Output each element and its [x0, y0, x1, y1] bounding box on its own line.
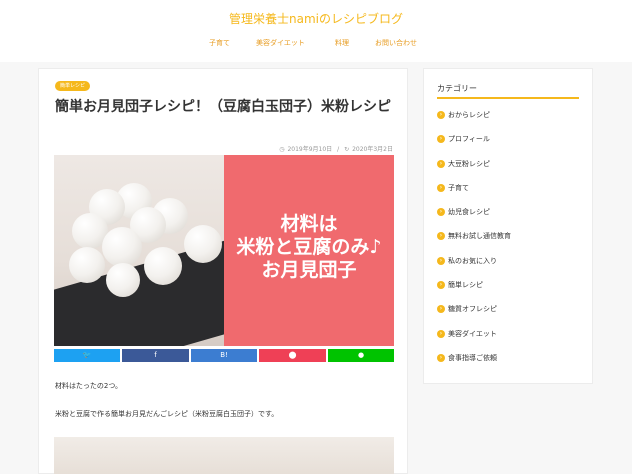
facebook-share-button[interactable]: f — [122, 349, 189, 362]
paragraph: 米粉と豆腐で作る簡単お月見だんごレシピ（米粉豆腐白玉団子）です。 — [55, 410, 279, 418]
sidebar-categories: カテゴリー › おからレシピ › プロフィール › 大豆粉レシピ › 子育て › 幼児食レ… — [423, 68, 593, 384]
facebook-icon: f — [154, 351, 157, 359]
category-badge[interactable]: 簡単レシピ — [55, 81, 91, 91]
main-nav: 子育て 美容ダイエット 料理 お問い合わせ — [0, 38, 632, 50]
category-item-profile[interactable]: › プロフィール — [437, 135, 579, 159]
hero-caption: 材料は 米粉と豆腐のみ♪ お月見団子 — [224, 213, 394, 282]
hatena-share-button[interactable]: B! — [191, 349, 257, 362]
chevron-right-icon: › — [437, 281, 445, 290]
nav-item-beauty-diet[interactable]: 美容ダイエット — [256, 38, 305, 48]
chevron-right-icon: › — [437, 305, 445, 314]
chevron-right-icon: › — [437, 135, 445, 144]
category-item-soy-flour[interactable]: › 大豆粉レシピ — [437, 159, 579, 184]
sidebar-title-underline — [437, 97, 579, 99]
paragraph: 材料はたったの2つ。 — [55, 382, 123, 390]
nav-item-cooking[interactable]: 料理 — [335, 38, 349, 48]
update-icon: ↻ — [344, 146, 350, 153]
category-item-easy-recipes[interactable]: › 簡単レシピ — [437, 281, 579, 305]
category-list: › おからレシピ › プロフィール › 大豆粉レシピ › 子育て › 幼児食レシピ › 無料… — [437, 111, 579, 378]
share-buttons: 🐦 f B! ⬤ ● — [54, 349, 394, 362]
category-item-childcare[interactable]: › 子育て — [437, 183, 579, 208]
chevron-right-icon: › — [437, 159, 445, 168]
hero-caption-line-2: 米粉と豆腐のみ♪ — [236, 236, 382, 258]
dango-photo — [54, 155, 265, 346]
chevron-right-icon: › — [437, 183, 445, 192]
hero-image: 材料は 米粉と豆腐のみ♪ お月見団子 — [54, 155, 394, 346]
category-item-favorites[interactable]: › 私のお気に入り — [437, 256, 579, 281]
twitter-icon: 🐦 — [82, 351, 92, 359]
category-item-free-trial[interactable]: › 無料お試し通信教育 — [437, 232, 579, 256]
pocket-icon: ⬤ — [288, 351, 297, 359]
nav-item-contact[interactable]: お問い合わせ — [375, 38, 417, 48]
pocket-share-button[interactable]: ⬤ — [259, 349, 326, 362]
updated-date: 2020年3月2日 — [352, 146, 393, 153]
article-image — [54, 437, 394, 474]
published-date: 2019年9月10日 — [287, 146, 333, 153]
line-icon: ● — [357, 351, 365, 359]
clock-icon: ◷ — [279, 146, 285, 153]
chevron-right-icon: › — [437, 256, 445, 265]
post-dates: ◷ 2019年9月10日 / ↻ 2020年3月2日 — [276, 144, 393, 153]
category-item-diet-guidance[interactable]: › 食事指導ご依頼 — [437, 353, 579, 378]
post-title: 簡単お月見団子レシピ！（豆腐白玉団子）米粉レシピ — [55, 99, 391, 115]
twitter-share-button[interactable]: 🐦 — [54, 349, 120, 362]
hatena-bookmark-icon: B! — [220, 351, 228, 359]
hero-caption-line-1: 材料は — [280, 213, 338, 235]
site-header: 管理栄養士namiのレシピブログ 子育て 美容ダイエット 料理 お問い合わせ — [0, 0, 632, 62]
category-item-toddler-food[interactable]: › 幼児食レシピ — [437, 208, 579, 232]
hero-caption-line-3: お月見団子 — [261, 259, 357, 281]
category-item-okara[interactable]: › おからレシピ — [437, 111, 579, 135]
category-item-low-carb[interactable]: › 糖質オフレシピ — [437, 305, 579, 329]
chevron-right-icon: › — [437, 208, 445, 217]
chevron-right-icon: › — [437, 232, 445, 241]
category-item-beauty-diet[interactable]: › 美容ダイエット — [437, 329, 579, 354]
site-title[interactable]: 管理栄養士namiのレシピブログ — [0, 10, 632, 27]
article-card: 簡単レシピ 簡単お月見団子レシピ！（豆腐白玉団子）米粉レシピ ◷ 2019年9月1… — [38, 68, 408, 474]
sidebar-title: カテゴリー — [437, 84, 477, 93]
line-share-button[interactable]: ● — [328, 349, 394, 362]
chevron-right-icon: › — [437, 329, 445, 338]
chevron-right-icon: › — [437, 111, 445, 119]
chevron-right-icon: › — [437, 353, 445, 362]
nav-item-childcare[interactable]: 子育て — [209, 38, 230, 48]
date-separator: / — [337, 146, 340, 153]
